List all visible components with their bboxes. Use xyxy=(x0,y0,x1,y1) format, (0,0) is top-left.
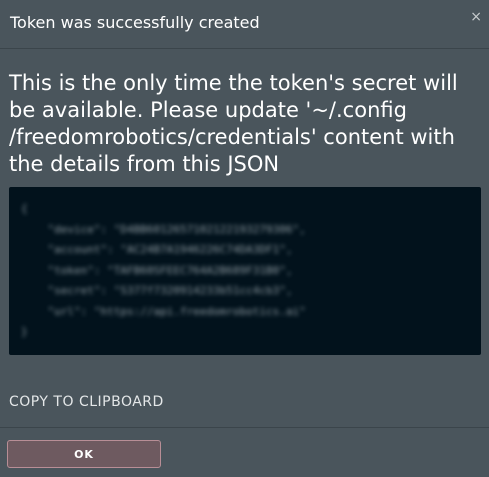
json-line-secret: "secret": "S377f7320914233b51cc4cb3", xyxy=(21,284,293,297)
token-secret-message: This is the only time the token's secret… xyxy=(9,71,458,176)
ok-button[interactable]: OK xyxy=(7,440,161,468)
json-line-token: "token": "TAFB60SFEEC764A2B689F31B0", xyxy=(21,263,293,277)
footer-divider xyxy=(0,427,489,428)
dialog-header: Token was successfully created × xyxy=(0,0,489,49)
json-line-device: "device": "D4BB6012657102122193279306", xyxy=(21,222,306,236)
close-icon[interactable]: × xyxy=(470,10,482,24)
json-line-url: "url": "https://api.freedomrobotics.ai" xyxy=(21,304,306,318)
json-open-brace: { xyxy=(21,202,28,215)
dialog-title: Token was successfully created xyxy=(10,13,260,32)
credentials-json-block: { "device": "D4BB6012657102122193279306"… xyxy=(9,187,481,355)
copy-to-clipboard-button[interactable]: COPY TO CLIPBOARD xyxy=(9,394,164,410)
json-line-account: "account": "AC24B7A1946226C74DA3DF1", xyxy=(21,243,293,256)
json-close-brace: } xyxy=(21,325,28,338)
token-created-dialog: Token was successfully created × This is… xyxy=(0,0,489,477)
